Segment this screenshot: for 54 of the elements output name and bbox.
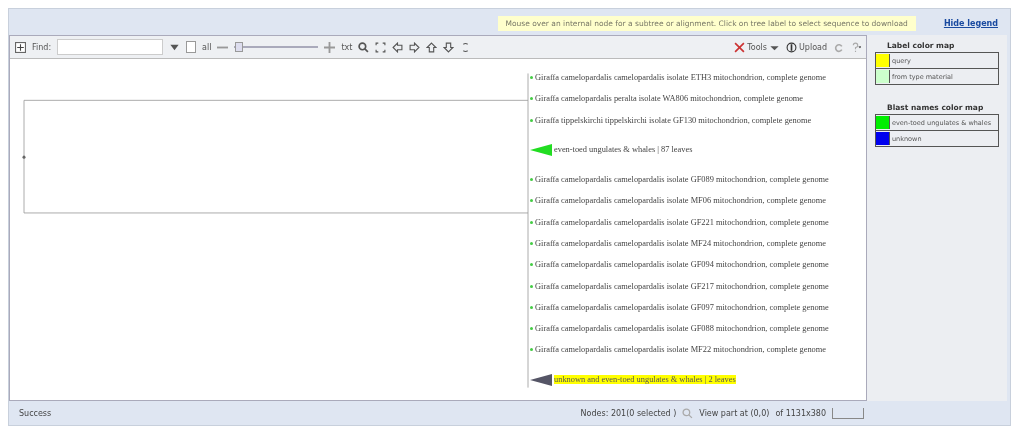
fit-frame-icon[interactable] (375, 41, 387, 53)
expand-icon[interactable] (15, 41, 26, 53)
leaf-label[interactable]: Giraffa camelopardalis camelopardalis isolate MF24 mitochondrion, complete genome (535, 238, 827, 248)
up-arrow-icon[interactable] (426, 41, 438, 53)
leaf-label[interactable]: Giraffa camelopardalis peralta isolate WA806 mitochondrion, complete genome (535, 94, 804, 104)
text-button[interactable]: txt (341, 42, 353, 52)
left-arrow-icon[interactable] (392, 41, 404, 53)
zoom-in-icon[interactable] (324, 41, 336, 53)
leaf-label[interactable]: Giraffa camelopardalis camelopardalis isolate GF217 mitochondrion, complete genome (535, 281, 829, 291)
leaf-label[interactable]: Giraffa camelopardalis camelopardalis isolate GF221 mitochondrion, complete genome (535, 217, 829, 227)
leaf-node-icon[interactable] (530, 118, 533, 122)
leaf-label[interactable]: Giraffa camelopardalis camelopardalis isolate GF094 mitochondrion, complete genome (535, 260, 829, 270)
leaf-node-icon[interactable] (530, 97, 533, 101)
find-label: Find: (32, 42, 52, 52)
leaf-node-icon[interactable] (530, 305, 533, 309)
leaf-node-icon[interactable] (530, 199, 533, 203)
leaf-label[interactable]: Giraffa camelopardalis camelopardalis isolate GF088 mitochondrion, complete genome (535, 324, 829, 334)
leaf-label[interactable]: Giraffa camelopardalis camelopardalis isolate MF06 mitochondrion, complete genome (535, 196, 827, 206)
collapsed-subtree-icon[interactable] (530, 373, 552, 386)
view-part-text: View part at (0,0) (699, 408, 770, 418)
find-field[interactable] (57, 39, 164, 55)
overview-box[interactable] (832, 407, 864, 419)
leaf-node-icon[interactable] (530, 263, 533, 267)
leaf-label[interactable]: Giraffa camelopardalis camelopardalis isolate GF089 mitochondrion, complete genome (535, 175, 829, 185)
leaf-label[interactable]: Giraffa tippelskirchi tippelskirchi isolate GF130 mitochondrion, complete genome (535, 115, 812, 125)
leaf-label[interactable]: Giraffa camelopardalis camelopardalis isolate MF22 mitochondrion, complete genome (535, 345, 827, 355)
help-icon[interactable] (850, 41, 861, 53)
leaf-node-icon[interactable] (530, 284, 533, 288)
leaf-label[interactable]: Giraffa camelopardalis camelopardalis isolate GF097 mitochondrion, complete genome (535, 302, 829, 312)
leaf-node-icon[interactable] (530, 348, 533, 352)
right-arrow-icon[interactable] (409, 41, 421, 53)
hide-legend-link[interactable]: Hide legend (943, 18, 998, 28)
refresh-icon[interactable] (833, 41, 844, 53)
slider-thumb[interactable] (234, 42, 243, 52)
magnifier-icon[interactable] (358, 41, 370, 53)
tools-button[interactable]: Tools (734, 41, 780, 53)
all-label: all (202, 42, 212, 52)
canvas-size: of 1131x380 (775, 408, 826, 418)
status-text: Success (19, 408, 52, 418)
upload-button[interactable]: Upload (785, 41, 827, 53)
magnifier-icon (682, 407, 694, 419)
zoom-slider[interactable] (234, 42, 319, 52)
cross-tools-icon (734, 41, 746, 53)
leaf-node-icon[interactable] (530, 241, 533, 245)
all-checkbox[interactable] (186, 41, 197, 53)
leaf-node-icon[interactable] (530, 178, 533, 182)
leaf-label[interactable]: even-toed ungulates & whales | 87 leaves (554, 145, 693, 155)
leaf-label[interactable]: unknown and even-toed ungulates & whales | 2 leaves (554, 375, 736, 385)
leaf-node-icon[interactable] (530, 76, 533, 80)
leaf-node-icon[interactable] (530, 220, 533, 224)
leaf-label[interactable]: Giraffa camelopardalis camelopardalis isolate ETH3 mitochondrion, complete genome (535, 73, 826, 83)
node-count: Nodes: 201(0 selected ) (580, 408, 677, 418)
down-arrow-icon[interactable] (443, 41, 455, 53)
leaf-node-icon[interactable] (530, 327, 533, 331)
